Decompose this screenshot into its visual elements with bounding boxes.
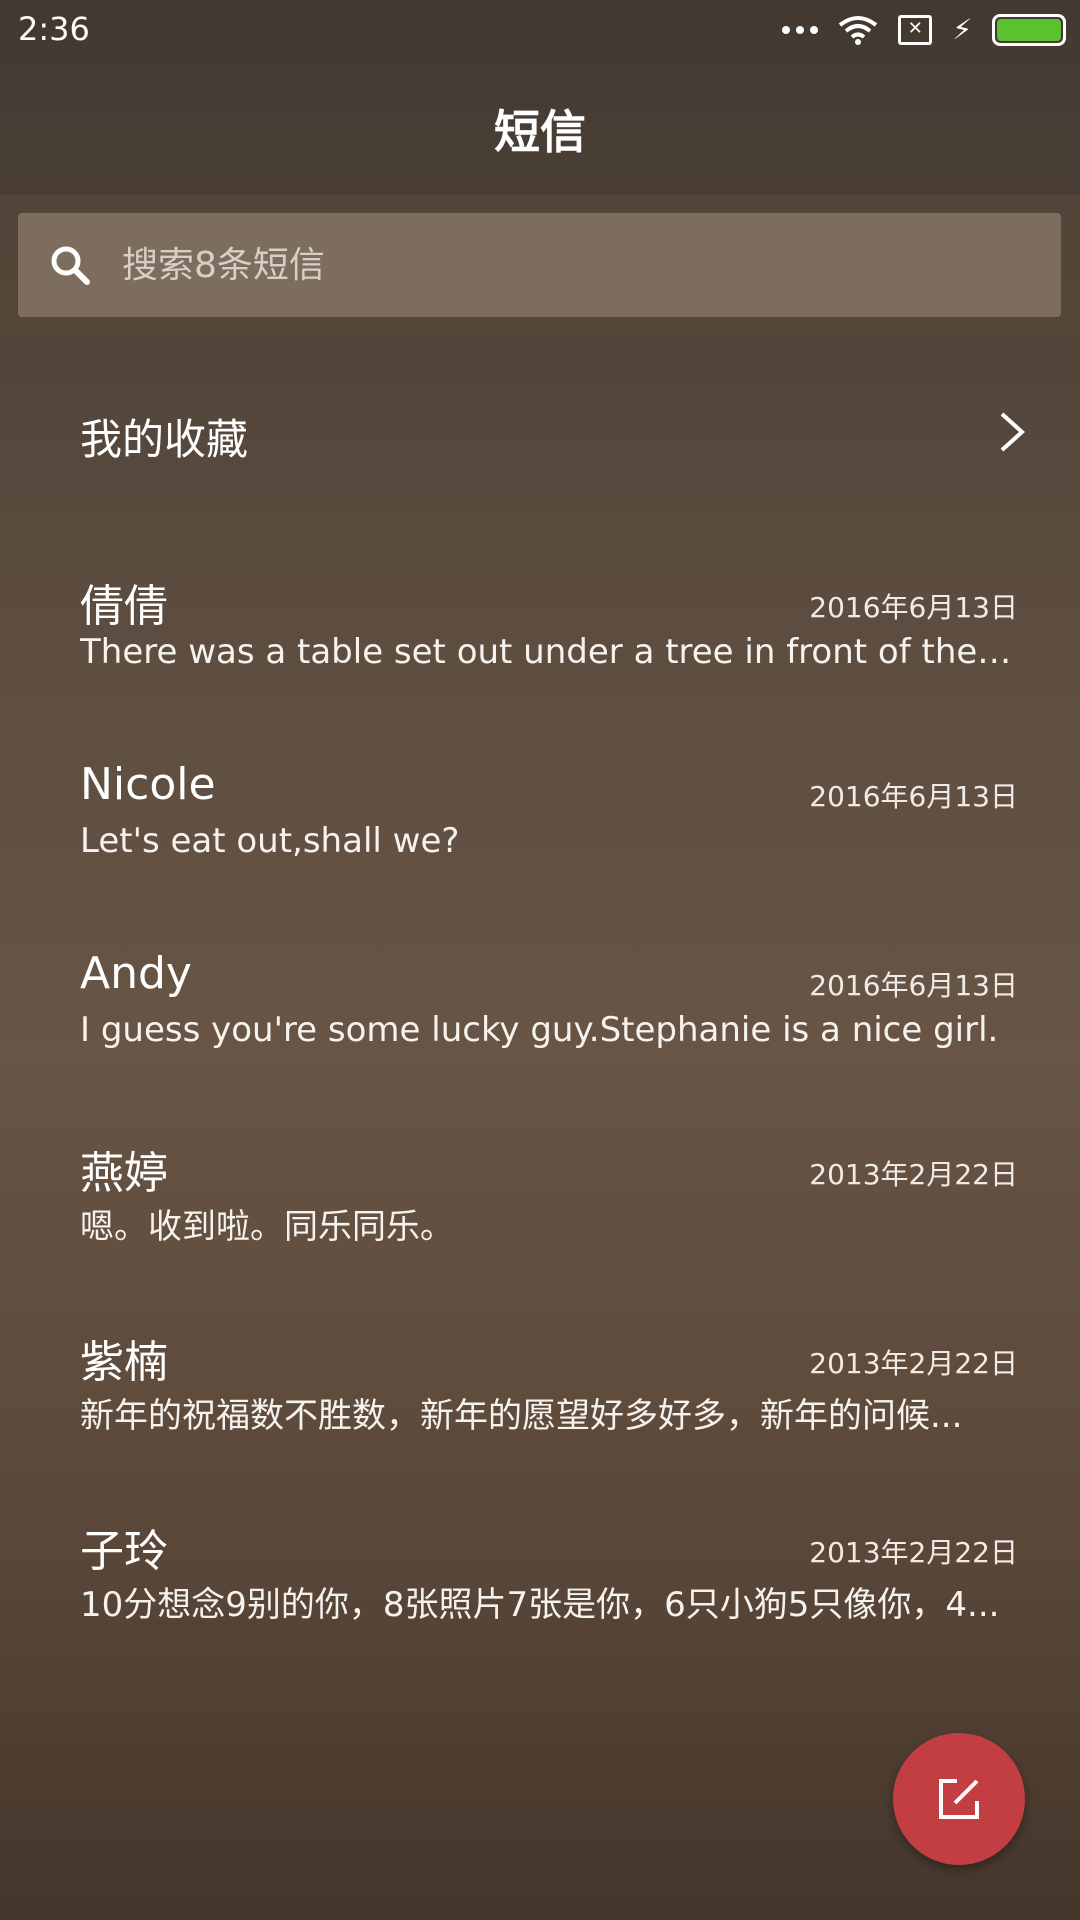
status-bar: 2:36 ✕ ⚡: [0, 0, 1080, 60]
message-snippet: 嗯。收到啦。同乐同乐。: [80, 1207, 454, 1247]
status-time: 2:36: [18, 10, 90, 48]
battery-fill: [997, 19, 1061, 41]
contact-name: Andy: [80, 948, 192, 999]
message-date: 2013年2月22日: [809, 1536, 1018, 1569]
page-title: 短信: [494, 105, 586, 159]
contact-name: Nicole: [80, 759, 216, 810]
message-snippet: Let's eat out,shall we?: [80, 821, 460, 861]
message-date: 2016年6月13日: [809, 591, 1018, 624]
message-snippet: There was a table set out under a tree i…: [80, 632, 1020, 672]
contact-name: 倩倩: [80, 581, 168, 632]
status-icons: ✕ ⚡: [782, 12, 1066, 48]
no-sim-icon: ✕: [898, 15, 933, 45]
message-snippet: 10分想念9别的你，8张照片7张是你，6只小狗5只像你，4...: [80, 1585, 1000, 1625]
search-icon: [51, 246, 90, 285]
message-date: 2013年2月22日: [809, 1158, 1018, 1191]
conversation-item[interactable]: 燕婷 2013年2月22日 嗯。收到啦。同乐同乐。: [0, 1137, 1080, 1277]
compose-button[interactable]: [893, 1733, 1025, 1865]
more-dots-icon: [782, 26, 819, 34]
contact-name: 紫楠: [80, 1337, 168, 1388]
conversation-item[interactable]: Andy 2016年6月13日 I guess you're some luck…: [0, 948, 1080, 1088]
search-input[interactable]: [122, 213, 1022, 317]
contact-name: 子玲: [80, 1526, 168, 1577]
compose-icon: [939, 1779, 979, 1819]
battery-icon: [992, 14, 1066, 46]
charging-bolt-icon: ⚡: [952, 13, 972, 46]
search-box[interactable]: [18, 213, 1061, 317]
favorites-label: 我的收藏: [80, 415, 249, 464]
favorites-row[interactable]: 我的收藏: [0, 380, 1080, 484]
wifi-icon: [839, 16, 878, 45]
message-snippet: I guess you're some lucky guy.Stephanie …: [80, 1010, 999, 1050]
message-date: 2016年6月13日: [809, 969, 1018, 1002]
conversation-item[interactable]: 子玲 2013年2月22日 10分想念9别的你，8张照片7张是你，6只小狗5只像…: [0, 1515, 1080, 1655]
conversation-item[interactable]: 紫楠 2013年2月22日 新年的祝福数不胜数，新年的愿望好多好多，新年的问候.…: [0, 1326, 1080, 1466]
message-date: 2013年2月22日: [809, 1347, 1018, 1380]
message-snippet: 新年的祝福数不胜数，新年的愿望好多好多，新年的问候...: [80, 1396, 963, 1436]
search-bar: [0, 195, 1080, 337]
conversation-item[interactable]: Nicole 2016年6月13日 Let's eat out,shall we…: [0, 759, 1080, 899]
message-date: 2016年6月13日: [809, 780, 1018, 813]
chevron-right-icon: [1000, 412, 1025, 452]
contact-name: 燕婷: [80, 1148, 168, 1199]
conversation-item[interactable]: 倩倩 2016年6月13日 There was a table set out …: [0, 570, 1080, 710]
